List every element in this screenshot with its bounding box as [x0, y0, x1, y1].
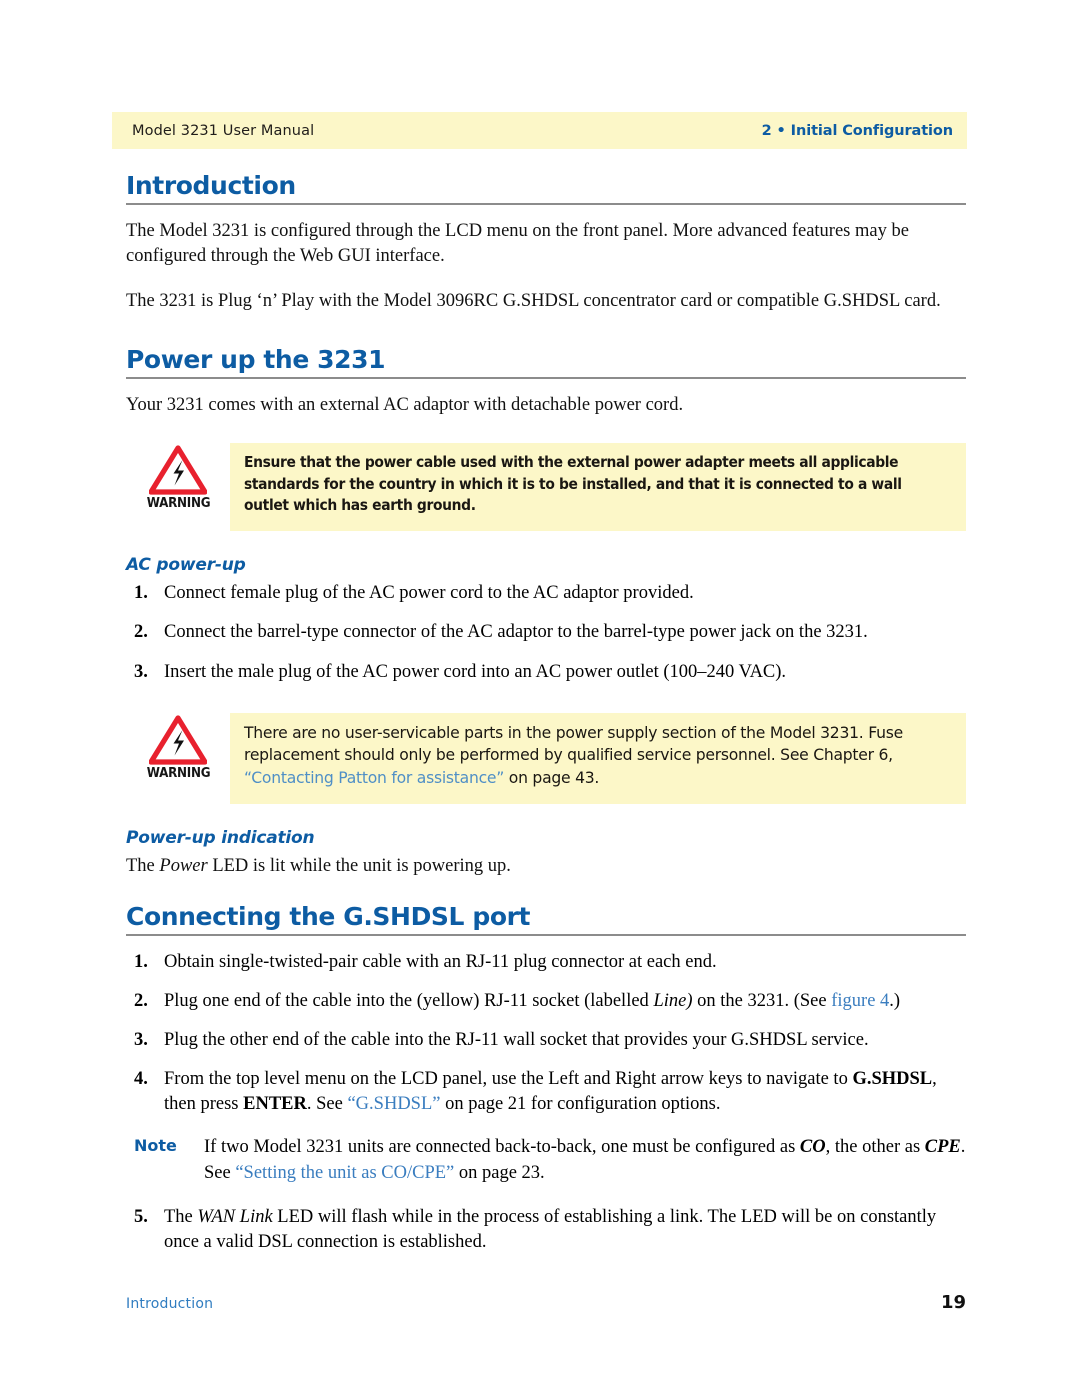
warning-2-text-after: on page 43. — [504, 768, 600, 787]
document-page: Model 3231 User Manual 2 • Initial Confi… — [0, 0, 1080, 1397]
subheading-power-up-indication: Power-up indication — [126, 827, 315, 848]
list-number: 5. — [134, 1206, 148, 1227]
item5-italic-wanlink: WAN Link — [197, 1206, 273, 1227]
footer-page-number: 19 — [940, 1292, 966, 1313]
intro-paragraph-1: The Model 3231 is configured through the… — [126, 221, 909, 267]
pui-after: LED is lit while the unit is powering up… — [207, 855, 511, 876]
header-manual-title: Model 3231 User Manual — [132, 122, 315, 139]
list-text: Connect female plug of the AC power cord… — [164, 583, 694, 604]
list-number: 4. — [134, 1069, 148, 1090]
subheading-ac-power-up: AC power-up — [126, 555, 246, 576]
note-b: , the other as — [825, 1137, 925, 1158]
list-text: Connect the barrel-type connector of the… — [164, 622, 868, 643]
warning-triangle-icon — [149, 715, 207, 765]
note-d: on page 23. — [454, 1163, 545, 1183]
heading-power-up: Power up the 3231 — [126, 345, 386, 375]
warning-text-2: There are no user-servicable parts in th… — [244, 722, 950, 790]
item5-b: LED will flash while in the process of e… — [164, 1206, 937, 1252]
item4-d: on page 21 for configuration options. — [440, 1094, 721, 1115]
list-number: 3. — [134, 1030, 148, 1051]
note-bold-cpe: CPE — [924, 1137, 961, 1158]
list-number: 2. — [134, 622, 148, 643]
item4-bold-enter: ENTER — [243, 1094, 307, 1115]
warning-text-1: Ensure that the power cable used with th… — [244, 452, 902, 515]
item2-italic: Line) — [653, 990, 693, 1011]
note-link-co-cpe[interactable]: “Setting the unit as CO/CPE” — [235, 1163, 454, 1183]
item2-c: .) — [889, 990, 901, 1011]
list-number: 1. — [134, 951, 148, 972]
item2-b: on the 3231. (See — [692, 990, 832, 1011]
list-number: 1. — [134, 583, 148, 604]
item2-a: Plug one end of the cable into the (yell… — [164, 990, 654, 1011]
warning-label-2: WARNING — [146, 765, 210, 781]
list-text: Insert the male plug of the AC power cor… — [164, 661, 787, 682]
warning-icon-group-2: WARNING — [126, 713, 230, 781]
intro-paragraph-2: The 3231 is Plug ‘n’ Play with the Model… — [126, 291, 941, 312]
heading-introduction: Introduction — [126, 171, 296, 200]
note-a: If two Model 3231 units are connected ba… — [204, 1137, 800, 1158]
warning-icon-group-1: WARNING — [126, 443, 230, 511]
list-text: Obtain single-twisted-pair cable with an… — [164, 951, 717, 972]
list-text: From the top level menu on the LCD panel… — [164, 1067, 966, 1117]
warning-box-1: Ensure that the power cable used with th… — [230, 442, 966, 532]
list-item: 3. Insert the male plug of the AC power … — [126, 660, 966, 685]
item2-link-figure[interactable]: figure 4 — [831, 991, 889, 1011]
note-bold-co: CO — [799, 1137, 826, 1158]
list-item: 1. Connect female plug of the AC power c… — [126, 581, 966, 606]
item4-a: From the top level menu on the LCD panel… — [164, 1069, 853, 1090]
page-content: Introduction The Model 3231 is configure… — [126, 172, 966, 1255]
power-up-indication-text: The Power LED is lit while the unit is p… — [126, 854, 966, 879]
item4-c: . See — [306, 1094, 348, 1115]
list-item: 4. From the top level menu on the LCD pa… — [126, 1067, 966, 1117]
pui-before: The — [126, 855, 160, 876]
note-label: Note — [134, 1136, 177, 1156]
warning-triangle-icon — [149, 445, 207, 495]
warning-admonition-1: WARNING Ensure that the power cable used… — [126, 442, 966, 532]
note-admonition: Note If two Model 3231 units are connect… — [126, 1135, 966, 1186]
page-footer: Introduction 19 — [126, 1292, 966, 1313]
list-number: 3. — [134, 661, 148, 682]
warning-box-2: There are no user-servicable parts in th… — [230, 712, 966, 804]
pui-italic: Power — [159, 855, 208, 876]
list-text: Plug one end of the cable into the (yell… — [164, 989, 966, 1014]
heading-connecting-gshdsl: Connecting the G.SHDSL port — [126, 901, 531, 931]
list-item: 3. Plug the other end of the cable into … — [126, 1028, 966, 1053]
item4-link-gshdsl[interactable]: “G.SHDSL” — [347, 1094, 440, 1114]
header-chapter-title: 2 • Initial Configuration — [761, 122, 953, 139]
note-text: If two Model 3231 units are connected ba… — [204, 1135, 966, 1186]
list-item: 2. Connect the barrel-type connector of … — [126, 620, 966, 645]
warning-2-link[interactable]: “Contacting Patton for assistance” — [244, 769, 504, 787]
item4-bold-gshdsl: G.SHDSL — [852, 1069, 933, 1090]
item5-a: The — [164, 1206, 198, 1227]
running-header: Model 3231 User Manual 2 • Initial Confi… — [112, 112, 967, 149]
list-item: 5. The WAN Link LED will flash while in … — [126, 1205, 966, 1255]
list-text: Plug the other end of the cable into the… — [164, 1030, 869, 1051]
list-number: 2. — [134, 990, 148, 1011]
warning-admonition-2: WARNING There are no user-servicable par… — [126, 712, 966, 804]
power-up-paragraph: Your 3231 comes with an external AC adap… — [126, 395, 684, 416]
warning-label-1: WARNING — [146, 495, 210, 511]
list-text: The WAN Link LED will flash while in the… — [164, 1205, 966, 1255]
warning-2-text-before: There are no user-servicable parts in th… — [244, 723, 903, 765]
list-item: 2. Plug one end of the cable into the (y… — [126, 989, 966, 1014]
list-item: 1. Obtain single-twisted-pair cable with… — [126, 950, 966, 975]
footer-section-label: Introduction — [126, 1296, 214, 1312]
